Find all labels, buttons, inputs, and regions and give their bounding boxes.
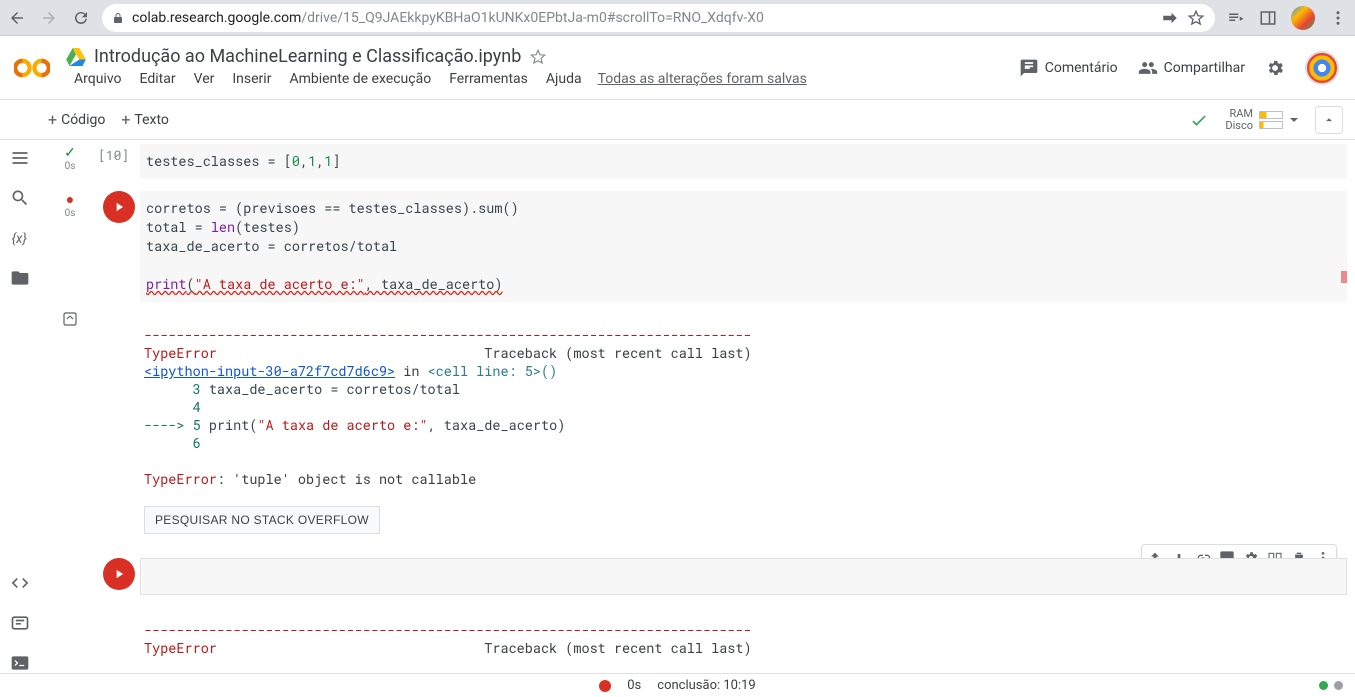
menu-ambiente[interactable]: Ambiente de execução <box>281 69 439 89</box>
star-icon[interactable] <box>529 48 547 66</box>
code-cell[interactable]: ● 0s corretos = (previsoes == testes_cla… <box>42 191 1347 302</box>
toc-icon[interactable] <box>10 148 30 168</box>
panel-icon[interactable] <box>1259 9 1277 27</box>
cell-status-ok-icon: ✓ <box>64 146 76 160</box>
files-icon[interactable] <box>10 268 30 288</box>
gear-icon[interactable] <box>1265 58 1285 78</box>
caret-down-icon[interactable] <box>1289 115 1299 125</box>
cell-output: ----------------------------------------… <box>42 603 1347 657</box>
add-text-button[interactable]: +Texto <box>121 110 169 129</box>
action-toolbar: +Código +Texto RAMDisco <box>0 100 1355 140</box>
lock-icon <box>112 12 124 24</box>
menu-arquivo[interactable]: Arquivo <box>66 69 130 89</box>
status-time: 0s <box>627 678 641 693</box>
variables-icon[interactable]: {x} <box>10 228 30 248</box>
status-error-icon <box>599 680 611 692</box>
output-collapse-icon[interactable] <box>61 310 79 328</box>
share-people-icon <box>1138 58 1158 78</box>
kernel-connected-icon <box>1319 681 1328 690</box>
exec-count: [10] <box>98 144 140 164</box>
back-icon[interactable] <box>8 9 26 27</box>
check-icon <box>1189 110 1209 130</box>
playlist-icon[interactable] <box>1227 9 1245 27</box>
menu-ferramentas[interactable]: Ferramentas <box>441 69 536 89</box>
command-palette-icon[interactable] <box>10 613 30 633</box>
star-outline-icon[interactable] <box>1187 9 1205 27</box>
colab-header: Introdução ao MachineLearning e Classifi… <box>0 36 1355 100</box>
comment-button[interactable]: Comentário <box>1019 58 1118 78</box>
code-editor[interactable]: testes_classes = [0,1,1] <box>140 144 1347 179</box>
menu-ajuda[interactable]: Ajuda <box>538 69 590 89</box>
address-bar[interactable]: colab.research.google.com/drive/15_Q9JAE… <box>102 4 1215 32</box>
drive-icon <box>66 48 86 66</box>
code-snippets-icon[interactable] <box>10 573 30 593</box>
run-button[interactable] <box>103 191 135 223</box>
code-editor[interactable]: corretos = (previsoes == testes_classes)… <box>140 191 1347 302</box>
forward-icon[interactable] <box>40 9 58 27</box>
menu-bar: Arquivo Editar Ver Inserir Ambiente de e… <box>66 69 1019 89</box>
code-editor[interactable] <box>140 558 1347 595</box>
collapse-button[interactable] <box>1315 106 1343 134</box>
notebook-title[interactable]: Introdução ao MachineLearning e Classifi… <box>94 46 521 67</box>
search-icon[interactable] <box>10 188 30 208</box>
kebab-icon[interactable] <box>1329 9 1347 27</box>
share-button[interactable]: Compartilhar <box>1138 58 1245 78</box>
chrome-avatar[interactable] <box>1291 6 1315 30</box>
share-icon[interactable] <box>1161 9 1179 27</box>
run-button[interactable] <box>103 558 135 590</box>
comment-icon <box>1019 58 1039 78</box>
save-status[interactable]: Todas as alterações foram salvas <box>598 69 807 89</box>
url-text: colab.research.google.com/drive/15_Q9JAE… <box>132 10 1153 26</box>
browser-toolbar: colab.research.google.com/drive/15_Q9JAE… <box>0 0 1355 36</box>
cell-output: ----------------------------------------… <box>42 308 1347 544</box>
menu-inserir[interactable]: Inserir <box>224 69 279 89</box>
left-rail: {x} <box>0 140 40 673</box>
terminal-icon[interactable] <box>10 653 30 673</box>
colab-logo-icon[interactable] <box>14 56 50 80</box>
search-stackoverflow-button[interactable]: PESQUISAR NO STACK OVERFLOW <box>144 506 380 534</box>
menu-editar[interactable]: Editar <box>132 69 184 89</box>
code-cell[interactable]: ✓ 0s [10] testes_classes = [0,1,1] <box>42 144 1347 179</box>
status-completed: conclusão: 10:19 <box>657 678 755 693</box>
exec-time: 0s <box>65 208 76 219</box>
svg-text:{x}: {x} <box>12 232 28 247</box>
status-bar: 0s conclusão: 10:19 <box>0 673 1355 697</box>
add-code-button[interactable]: +Código <box>48 110 105 129</box>
kernel-idle-icon <box>1334 681 1343 690</box>
user-avatar[interactable] <box>1305 51 1339 85</box>
traceback-link[interactable]: <ipython-input-30-a72f7cd7d6c9> <box>144 362 395 380</box>
exec-time: 0s <box>65 161 76 172</box>
reload-icon[interactable] <box>72 9 90 27</box>
resource-indicator[interactable]: RAMDisco <box>1225 108 1299 132</box>
notebook-area: ✓ 0s [10] testes_classes = [0,1,1] ● 0s … <box>40 140 1355 673</box>
code-cell[interactable] <box>42 558 1347 595</box>
cell-status-error-icon: ● <box>66 193 74 207</box>
menu-ver[interactable]: Ver <box>186 69 223 89</box>
